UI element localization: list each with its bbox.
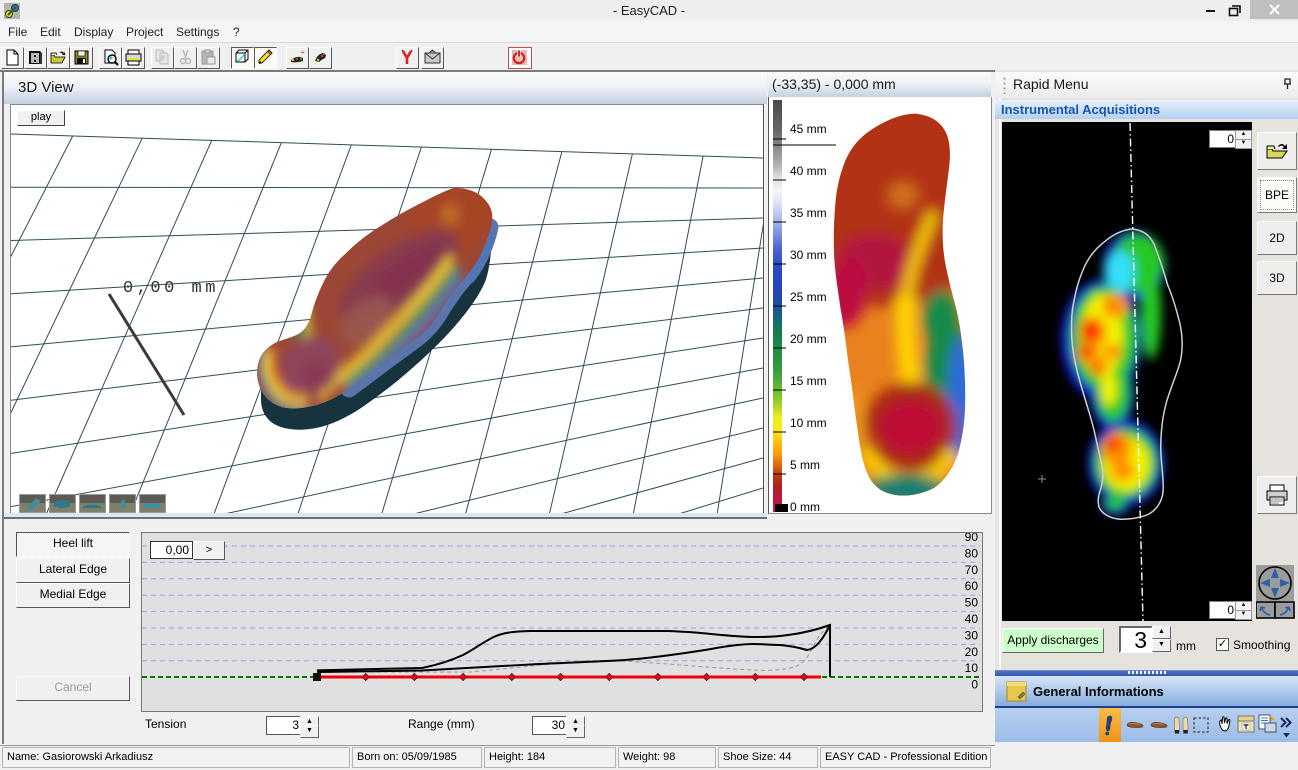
svg-text:0 mm: 0 mm bbox=[790, 500, 820, 512]
svg-text:15 mm: 15 mm bbox=[790, 374, 827, 388]
svg-text:20: 20 bbox=[965, 645, 979, 659]
svg-text:80: 80 bbox=[965, 546, 979, 560]
svg-text:90: 90 bbox=[965, 533, 979, 544]
svg-text:30: 30 bbox=[965, 628, 979, 642]
svg-text:25 mm: 25 mm bbox=[790, 290, 827, 304]
svg-text:5 mm: 5 mm bbox=[790, 458, 820, 472]
svg-text:70: 70 bbox=[965, 563, 979, 577]
svg-text:35 mm: 35 mm bbox=[790, 206, 827, 220]
svg-text:45 mm: 45 mm bbox=[790, 122, 827, 136]
svg-text:10: 10 bbox=[965, 661, 979, 675]
svg-text:50: 50 bbox=[965, 596, 979, 610]
svg-text:40: 40 bbox=[965, 612, 979, 626]
svg-text:0: 0 bbox=[971, 678, 978, 692]
svg-text:30 mm: 30 mm bbox=[790, 248, 827, 262]
svg-text:40 mm: 40 mm bbox=[790, 164, 827, 178]
svg-text:10 mm: 10 mm bbox=[790, 416, 827, 430]
svg-text:20 mm: 20 mm bbox=[790, 332, 827, 346]
svg-text:60: 60 bbox=[965, 579, 979, 593]
